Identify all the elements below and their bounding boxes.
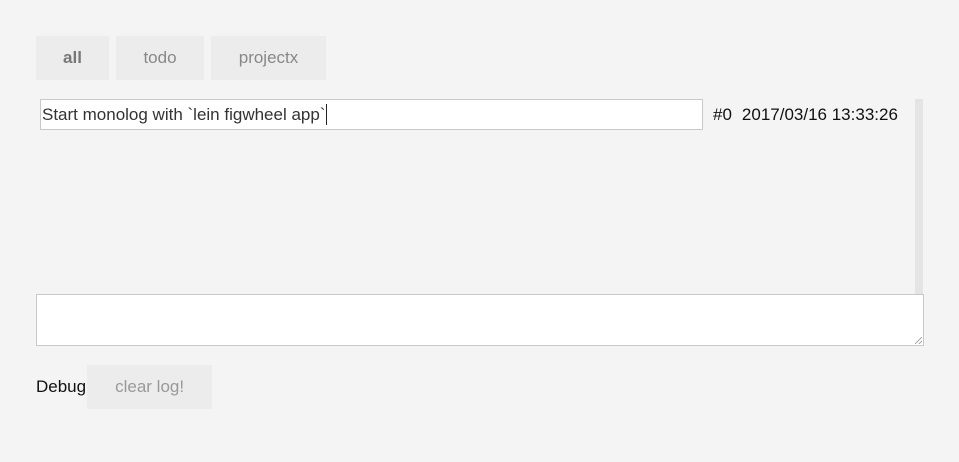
entry-timestamp: 2017/03/16 13:33:26 — [741, 104, 898, 124]
list-item: Start monolog with `lein figwheel app` #… — [40, 99, 898, 130]
scrollbar[interactable] — [915, 99, 923, 295]
entry-text: Start monolog with `lein figwheel app` — [42, 104, 326, 124]
new-entry-textarea[interactable] — [36, 294, 924, 346]
monolog-app: all todo projectx Start monolog with `le… — [0, 0, 959, 462]
debug-label: Debug — [36, 377, 87, 396]
tab-projectx[interactable]: projectx — [211, 36, 326, 80]
entry-id: #0 — [713, 104, 732, 124]
tab-todo[interactable]: todo — [116, 36, 204, 80]
entry-list: Start monolog with `lein figwheel app` #… — [36, 99, 924, 295]
text-caret — [326, 104, 328, 125]
filter-tabs: all todo projectx — [36, 36, 326, 80]
footer: Debug clear log! — [36, 365, 213, 409]
clear-log-button[interactable]: clear log! — [87, 365, 213, 409]
tab-all[interactable]: all — [36, 36, 109, 80]
entry-text-field[interactable]: Start monolog with `lein figwheel app` — [40, 99, 703, 130]
resize-grip-icon[interactable] — [915, 337, 922, 344]
